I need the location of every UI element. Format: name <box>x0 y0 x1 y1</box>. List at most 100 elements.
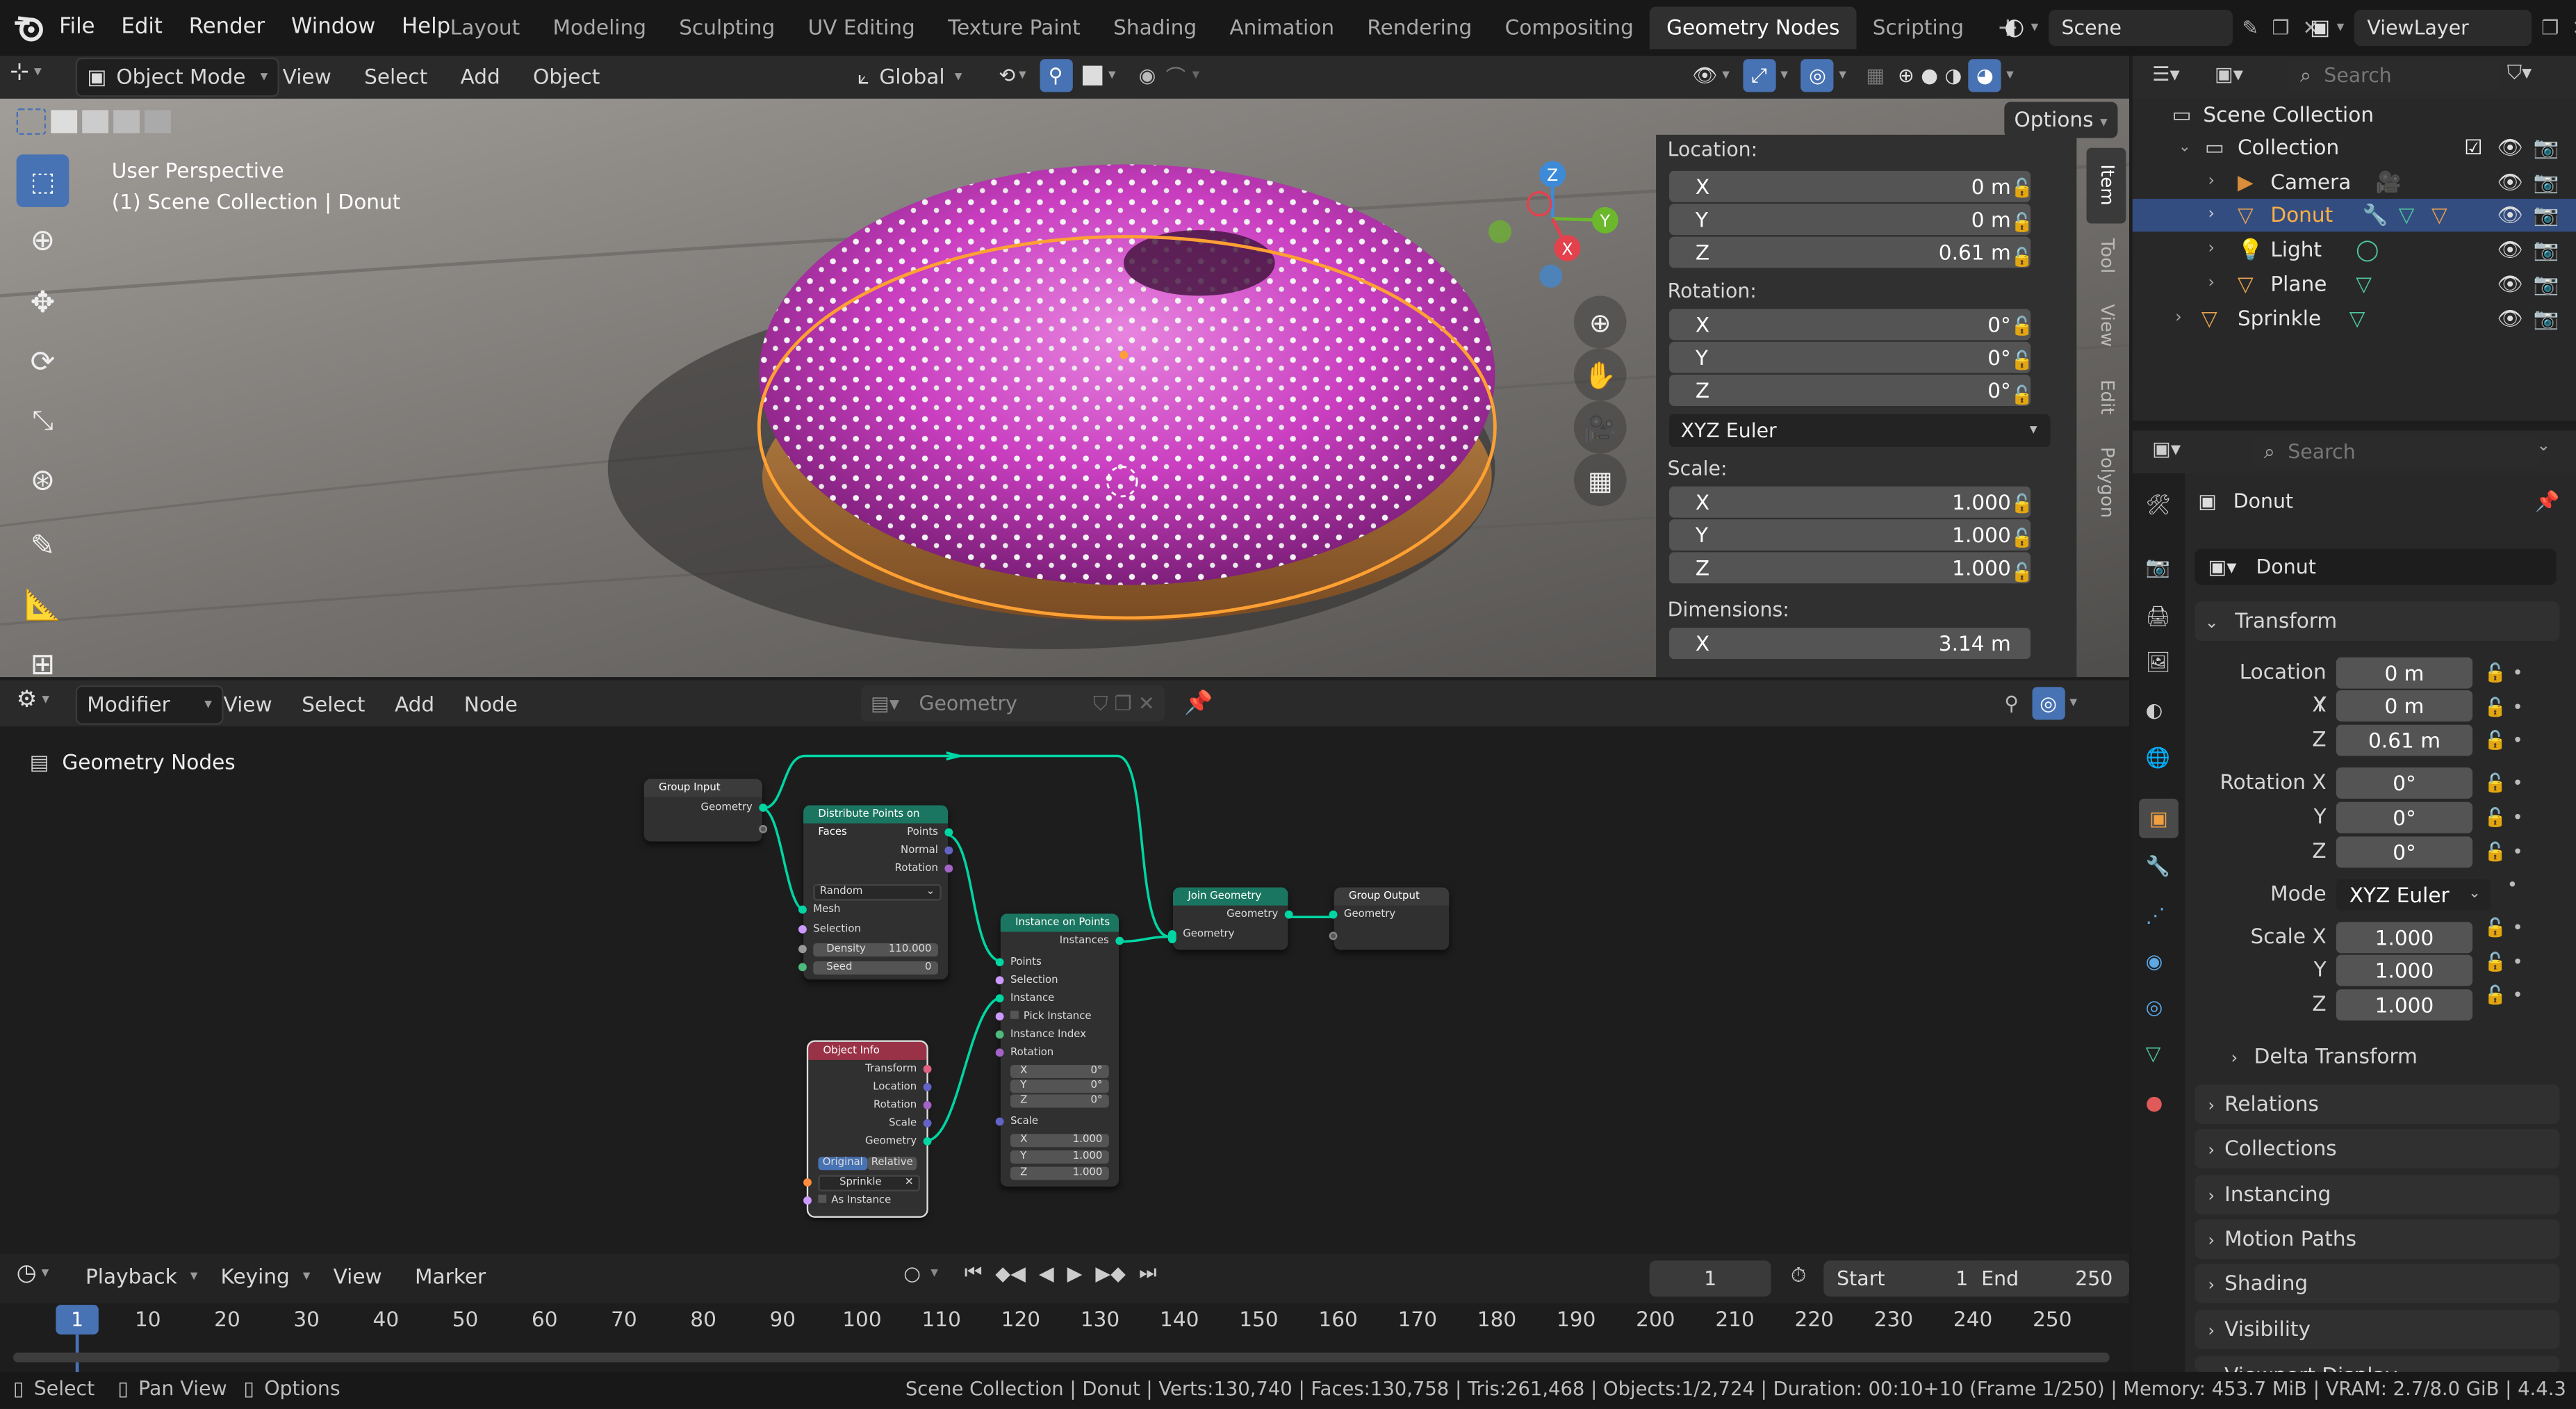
ortho-toggle-icon[interactable]: ▦ <box>1573 453 1627 507</box>
outliner-editor-icon[interactable]: ☰▾ <box>2152 63 2180 85</box>
material-icon[interactable]: ● <box>2146 1091 2163 1114</box>
mesh-socket[interactable] <box>798 905 807 914</box>
camera-render-icon[interactable]: 📷 <box>2534 302 2559 335</box>
end-frame-field[interactable]: End 250 <box>1968 1260 2130 1297</box>
scale-x-field[interactable]: X 1.000 <box>1669 486 2031 518</box>
chevron-right-icon[interactable]: › <box>2208 199 2214 231</box>
distribute-points-node[interactable]: Distribute Points on Faces Points Normal… <box>798 805 953 980</box>
scale-tool[interactable]: ⤡ <box>17 394 69 447</box>
instances-socket[interactable] <box>1115 936 1124 945</box>
camera-data-icon[interactable]: 🎥 <box>2376 166 2402 199</box>
rotation-socket[interactable] <box>923 1101 932 1109</box>
scene-selector[interactable]: ◐ ▾ Scene ✎ ❐ ✕ <box>2004 10 2319 47</box>
rotation-z-field[interactable]: Z 0° <box>1010 1094 1109 1108</box>
rotation-mode-dropdown[interactable]: XYZ Euler ▾ <box>1669 414 2051 448</box>
rotation-z-field[interactable]: Z 0° <box>1669 375 2031 406</box>
seed-socket[interactable] <box>798 963 807 972</box>
measure-tool[interactable]: 📐 <box>17 578 69 631</box>
outliner-item-collection[interactable]: ⌄ ▭ Collection ☑ 👁 📷 <box>2133 131 2576 164</box>
geometry-socket[interactable] <box>759 804 768 812</box>
menu-keying[interactable]: Keying <box>211 1259 300 1295</box>
rotation-x-field[interactable]: 0° <box>2336 767 2473 799</box>
location-x-field[interactable]: X0 m <box>1669 170 2031 202</box>
pick-instance-row[interactable]: Pick Instance <box>1010 1009 1092 1024</box>
delta-transform-subpanel[interactable]: › Delta Transform <box>2231 1041 2418 1073</box>
menu-marker[interactable]: Marker <box>405 1259 496 1295</box>
tab-sculpting[interactable]: Sculpting <box>663 6 791 49</box>
chevron-right-icon[interactable]: › <box>2208 234 2214 266</box>
camera-render-icon[interactable]: 📷 <box>2534 131 2559 164</box>
outliner-item-camera[interactable]: › ▶ Camera 🎥 👁 📷 <box>2133 166 2576 199</box>
menu-edit[interactable]: Edit <box>108 0 175 56</box>
scale-y-field[interactable]: Y 1.000 <box>1669 519 2031 551</box>
camera-render-icon[interactable]: 📷 <box>2534 199 2559 231</box>
mode-dropdown[interactable]: ▣ Object Mode ▾ <box>75 57 279 97</box>
dimension-x-field[interactable]: X 3.14 m <box>1669 628 2031 660</box>
sidebar-tab-view[interactable]: View <box>2087 289 2126 361</box>
menu-select[interactable]: Select <box>292 687 375 723</box>
seed-field[interactable]: Seed 0 <box>813 961 938 975</box>
as-instance-socket[interactable] <box>803 1196 812 1205</box>
scale-socket[interactable] <box>995 1117 1004 1126</box>
keyframe-dot-icon[interactable]: • <box>2484 870 2523 904</box>
tab-layout[interactable]: Layout <box>434 6 536 49</box>
sidebar-tab-edit[interactable]: Edit <box>2087 361 2126 434</box>
visibility-panel-header[interactable]: › Visibility <box>2194 1310 2560 1350</box>
tab-uv-editing[interactable]: UV Editing <box>791 6 931 49</box>
location-z-field[interactable]: 0.61 m <box>2336 724 2473 756</box>
selection-socket[interactable] <box>798 925 807 934</box>
stopwatch-icon[interactable]: ⏱ <box>1791 1264 1806 1288</box>
modifier-icon[interactable]: 🔧 <box>2146 854 2170 877</box>
empty-socket[interactable] <box>1329 931 1338 940</box>
outliner-search[interactable]: ⌕ Search <box>2286 59 2501 92</box>
instance-socket[interactable] <box>995 994 1004 1003</box>
3d-viewport[interactable]: ⬚ ⊕ ✥ ⟳ ⤡ ⊛ ✎ 📐 ⊞ User Perspective (1) S… <box>0 98 2130 678</box>
normal-socket[interactable] <box>944 846 953 855</box>
material-icon[interactable]: ▽ <box>2431 199 2447 231</box>
outliner-item-plane[interactable]: › ▽ Plane ▽ 👁 📷 <box>2133 268 2576 300</box>
properties-search[interactable]: ⌕ Search <box>2250 435 2541 469</box>
pin-icon[interactable]: 📌 <box>1184 690 1213 717</box>
lock-icon[interactable]: 🔓 <box>2011 343 2033 378</box>
lock-icon[interactable]: 🔓 • <box>2484 801 2523 836</box>
lock-icon[interactable]: 🔓 <box>2011 206 2033 241</box>
rotation-mode-dropdown[interactable]: XYZ Euler ⌄ <box>2336 879 2491 911</box>
copy-scene-icon[interactable]: ❐ <box>2272 17 2289 40</box>
proportional-edit-icon[interactable]: ◉ <box>1139 64 1156 87</box>
object-picker[interactable]: Sprinkle ✕ <box>818 1175 920 1192</box>
collections-panel-header[interactable]: › Collections <box>2194 1129 2560 1168</box>
lock-icon[interactable]: 🔓 <box>2011 378 2033 413</box>
checkbox[interactable] <box>818 1194 827 1203</box>
menu-object[interactable]: Object <box>523 59 610 95</box>
join-geometry-node[interactable]: Join Geometry Geometry Geometry <box>1167 887 1293 950</box>
chevron-right-icon[interactable]: › <box>2208 166 2214 199</box>
chevron-right-icon[interactable]: › <box>2208 268 2214 300</box>
menu-file[interactable]: File <box>46 0 108 56</box>
scale-y-field[interactable]: 1.000 <box>2336 954 2473 986</box>
mesh-data-icon[interactable]: ▽ <box>2356 268 2372 300</box>
geometry-output-socket[interactable] <box>923 1137 932 1146</box>
object-socket[interactable] <box>803 1178 812 1187</box>
points-input-socket[interactable] <box>995 958 1004 967</box>
tab-modeling[interactable]: Modeling <box>536 6 663 49</box>
properties-editor-icon[interactable]: ▣▾ <box>2152 437 2181 460</box>
rotation-x-field[interactable]: X 0° <box>1010 1065 1109 1078</box>
timeline-scrollbar[interactable] <box>13 1352 2110 1362</box>
node-tree-name[interactable]: Geometry Nodes <box>909 685 1083 751</box>
tab-animation[interactable]: Animation <box>1213 6 1351 49</box>
scene-name-field[interactable]: Scene <box>2048 10 2233 47</box>
select-box-tool[interactable]: ⬚ <box>16 154 69 207</box>
menu-window[interactable]: Window <box>278 0 388 56</box>
rendered-shading-icon[interactable]: ◕ <box>1968 59 2002 92</box>
lock-icon[interactable]: 🔓 • <box>2484 726 2523 760</box>
pivot-icon[interactable]: ⟲ <box>999 64 1015 87</box>
scene-icon[interactable]: ◐ <box>2146 699 2163 722</box>
tab-compositing[interactable]: Compositing <box>1488 6 1650 49</box>
menu-render[interactable]: Render <box>176 0 278 56</box>
solid-shading-icon[interactable]: ● <box>1921 64 1938 87</box>
node-editor-canvas[interactable]: ▤ Geometry Nodes Group Input Geometry Di… <box>0 726 2130 1243</box>
constraints-icon[interactable]: ◎ <box>2146 996 2163 1019</box>
outliner-item-sprinkle[interactable]: › ▽ Sprinkle ▽ 👁 📷 <box>2133 302 2576 335</box>
scale-y-field[interactable]: Y 1.000 <box>1010 1150 1109 1164</box>
eye-icon[interactable]: 👁 <box>2497 199 2524 231</box>
